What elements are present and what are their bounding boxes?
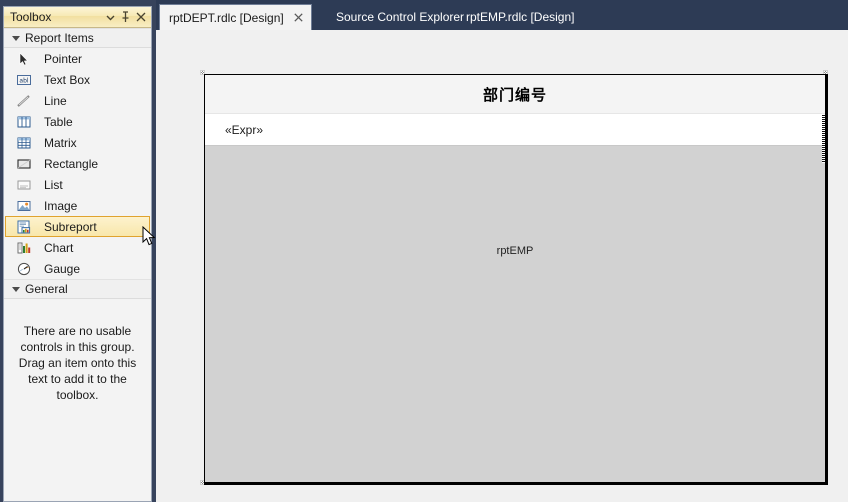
textbox-icon: abl	[17, 74, 31, 85]
report-selection-wrapper: 部门编号 «Expr» rptEMP	[200, 70, 828, 485]
toolbox-group-label: Report Items	[25, 31, 94, 45]
chevron-down-icon[interactable]	[103, 10, 118, 25]
toolbox-item-gauge[interactable]: Gauge	[5, 258, 150, 279]
toolbox-group-label: General	[25, 282, 68, 296]
visual-studio-window: Toolbox Report Items Pointer abl Text Bo…	[0, 0, 848, 502]
table-icon	[17, 116, 31, 127]
toolbox-item-matrix[interactable]: Matrix	[5, 132, 150, 153]
expander-triangle-icon	[12, 285, 21, 294]
toolbox-inner: Toolbox Report Items Pointer abl Text Bo…	[3, 6, 152, 502]
tab-rptemp-design[interactable]: rptEMP.rdlc [Design]	[456, 4, 585, 30]
report-detail-band[interactable]: «Expr»	[205, 114, 825, 146]
report-designer-surface[interactable]: 部门编号 «Expr» rptEMP	[156, 30, 848, 502]
report-vertical-scrollbar[interactable]	[822, 115, 825, 163]
toolbox-item-label: Gauge	[44, 261, 81, 276]
toolbox-item-label: Chart	[44, 240, 74, 255]
matrix-icon	[17, 137, 31, 148]
toolbox-item-image[interactable]: Image	[5, 195, 150, 216]
line-icon	[17, 94, 30, 107]
toolbox-item-label: Rectangle	[44, 156, 99, 171]
toolbox-panel: Toolbox Report Items Pointer abl Text Bo…	[0, 0, 156, 502]
pointer-icon	[19, 51, 29, 66]
toolbox-title: Toolbox	[10, 10, 52, 24]
toolbox-item-label: List	[44, 177, 63, 192]
tab-rptdept-design[interactable]: rptDEPT.rdlc [Design]	[159, 4, 312, 30]
toolbox-item-line[interactable]: Line	[5, 90, 150, 111]
tab-label: Source Control Explorer	[336, 10, 465, 24]
toolbox-item-label: Matrix	[44, 135, 77, 150]
tab-source-control-explorer[interactable]: Source Control Explorer	[326, 4, 474, 30]
rectangle-icon	[17, 158, 31, 169]
toolbox-item-text-box[interactable]: abl Text Box	[5, 69, 150, 90]
report-title: 部门编号	[482, 86, 547, 104]
toolbox-empty-message: There are no usable controls in this gro…	[4, 299, 151, 403]
toolbox-group-report-items[interactable]: Report Items	[4, 28, 151, 48]
svg-text:abl: abl	[19, 77, 28, 84]
expander-triangle-icon	[12, 34, 21, 43]
report-header-band[interactable]: 部门编号	[205, 75, 825, 114]
toolbox-item-list: Pointer abl Text Box Line Table Matrix R…	[4, 48, 151, 279]
image-icon	[17, 200, 31, 211]
document-tab-strip: rptDEPT.rdlc [Design] Source Control Exp…	[156, 0, 848, 30]
toolbox-item-subreport[interactable]: Subreport	[5, 216, 150, 237]
toolbox-item-label: Table	[44, 114, 73, 129]
list-icon	[17, 180, 31, 189]
toolbox-item-pointer[interactable]: Pointer	[5, 48, 150, 69]
pin-icon[interactable]	[118, 10, 133, 25]
report-body[interactable]: 部门编号 «Expr» rptEMP	[204, 74, 828, 485]
tab-label: rptDEPT.rdlc [Design]	[169, 10, 284, 25]
toolbox-item-rectangle[interactable]: Rectangle	[5, 153, 150, 174]
toolbox-group-general[interactable]: General	[4, 279, 151, 299]
toolbox-titlebar: Toolbox	[4, 7, 151, 28]
expression-textbox[interactable]: «Expr»	[225, 123, 263, 137]
toolbox-item-label: Subreport	[44, 219, 97, 234]
tab-label: rptEMP.rdlc [Design]	[466, 10, 575, 24]
toolbox-item-label: Pointer	[44, 51, 83, 66]
subreport-name-label: rptEMP	[496, 245, 534, 257]
toolbox-item-label: Image	[44, 198, 78, 213]
toolbox-item-table[interactable]: Table	[5, 111, 150, 132]
toolbox-item-list[interactable]: List	[5, 174, 150, 195]
chart-icon	[17, 242, 31, 253]
toolbox-item-chart[interactable]: Chart	[5, 237, 150, 258]
toolbox-item-label: Line	[44, 93, 67, 108]
toolbox-item-label: Text Box	[44, 72, 91, 87]
gauge-icon	[17, 262, 31, 275]
subreport-icon	[17, 220, 31, 234]
subreport-control[interactable]: rptEMP	[205, 146, 825, 482]
close-icon[interactable]	[292, 11, 305, 24]
close-icon[interactable]	[133, 10, 148, 25]
